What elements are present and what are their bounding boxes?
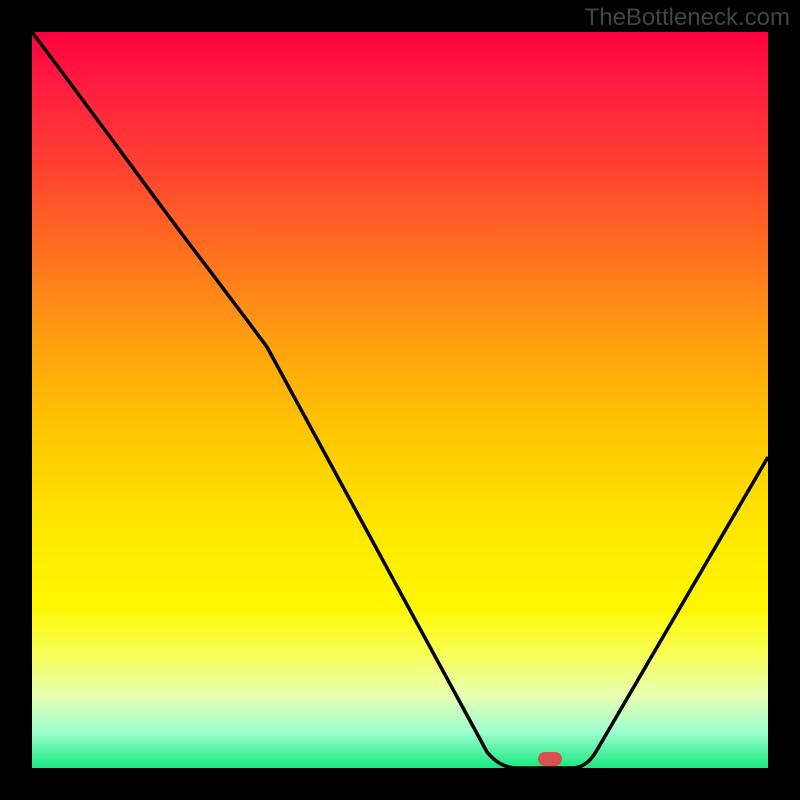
watermark-text: TheBottleneck.com <box>585 4 790 32</box>
optimal-point-marker <box>538 752 562 766</box>
bottleneck-curve <box>32 32 768 768</box>
chart-plot-area <box>32 32 768 768</box>
